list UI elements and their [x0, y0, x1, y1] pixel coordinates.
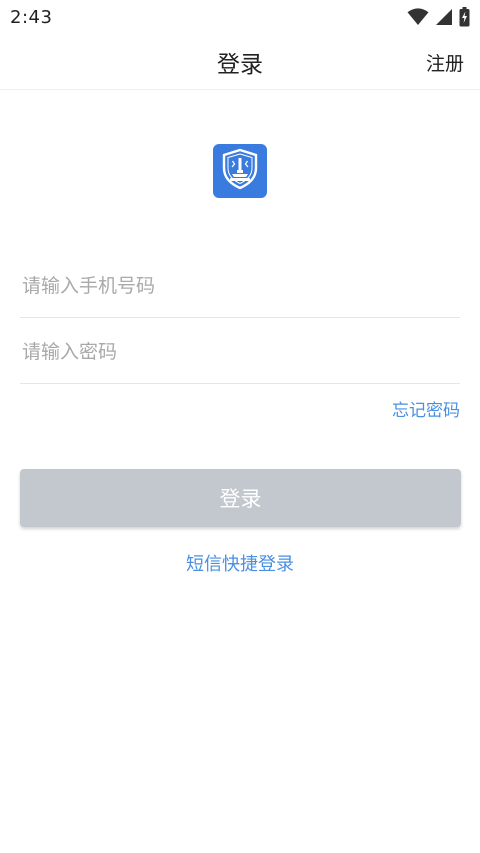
wifi-icon: [407, 8, 429, 26]
forgot-password-link[interactable]: 忘记密码: [392, 396, 460, 421]
signal-icon: [435, 8, 453, 26]
sms-login-link[interactable]: 短信快捷登录: [0, 550, 480, 576]
status-bar: 2:43: [0, 0, 480, 34]
phone-field: [20, 254, 460, 318]
page-title: 登录: [217, 52, 263, 78]
app-logo: [213, 144, 267, 198]
login-button[interactable]: 登录: [20, 469, 461, 527]
app-bar: 登录 注册: [0, 34, 480, 90]
status-time: 2:43: [10, 6, 53, 28]
battery-icon: [459, 7, 470, 27]
phone-input[interactable]: [20, 274, 460, 297]
status-icons: [407, 7, 470, 27]
password-field: [20, 320, 460, 384]
shield-emblem-icon: [220, 148, 260, 194]
password-input[interactable]: [20, 340, 460, 363]
register-link[interactable]: 注册: [426, 34, 464, 90]
